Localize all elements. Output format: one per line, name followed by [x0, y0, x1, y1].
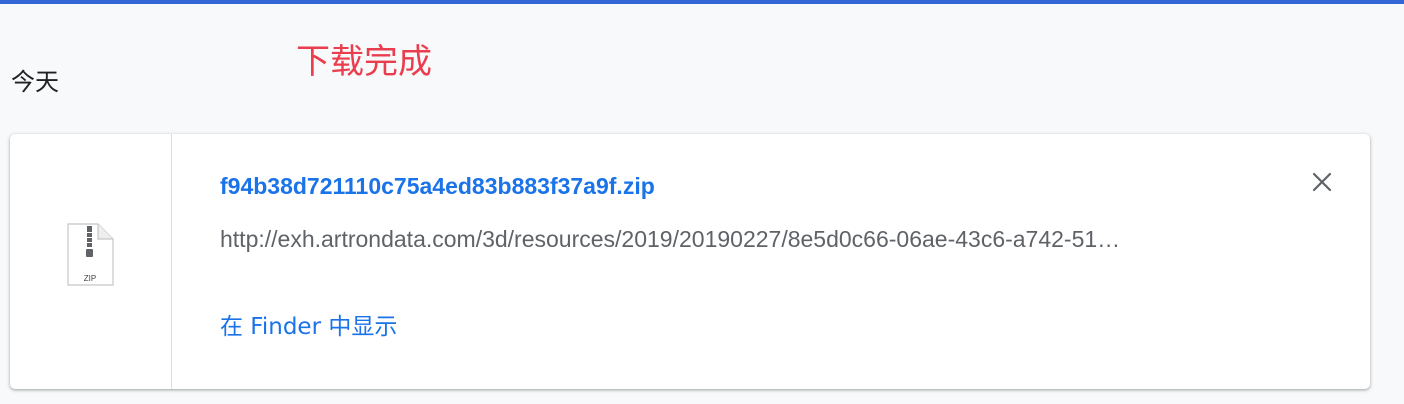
close-icon — [1312, 172, 1332, 192]
download-complete-annotation: 下载完成 — [296, 42, 432, 82]
show-in-finder-link[interactable]: 在 Finder 中显示 — [220, 311, 397, 343]
download-item-card: ZIP f94b38d721110c75a4ed83b883f37a9f.zip… — [10, 134, 1370, 389]
file-icon-column: ZIP — [10, 134, 172, 389]
date-group-heading: 今天 — [11, 68, 59, 96]
zip-file-icon: ZIP — [65, 223, 115, 287]
source-url: http://exh.artrondata.com/3d/resources/2… — [220, 226, 1121, 252]
download-details: f94b38d721110c75a4ed83b883f37a9f.zip htt… — [220, 134, 1370, 389]
remove-download-button[interactable] — [1304, 164, 1340, 200]
file-name-link[interactable]: f94b38d721110c75a4ed83b883f37a9f.zip — [220, 171, 655, 201]
top-progress-bar — [0, 0, 1404, 4]
file-type-label: ZIP — [84, 274, 96, 283]
